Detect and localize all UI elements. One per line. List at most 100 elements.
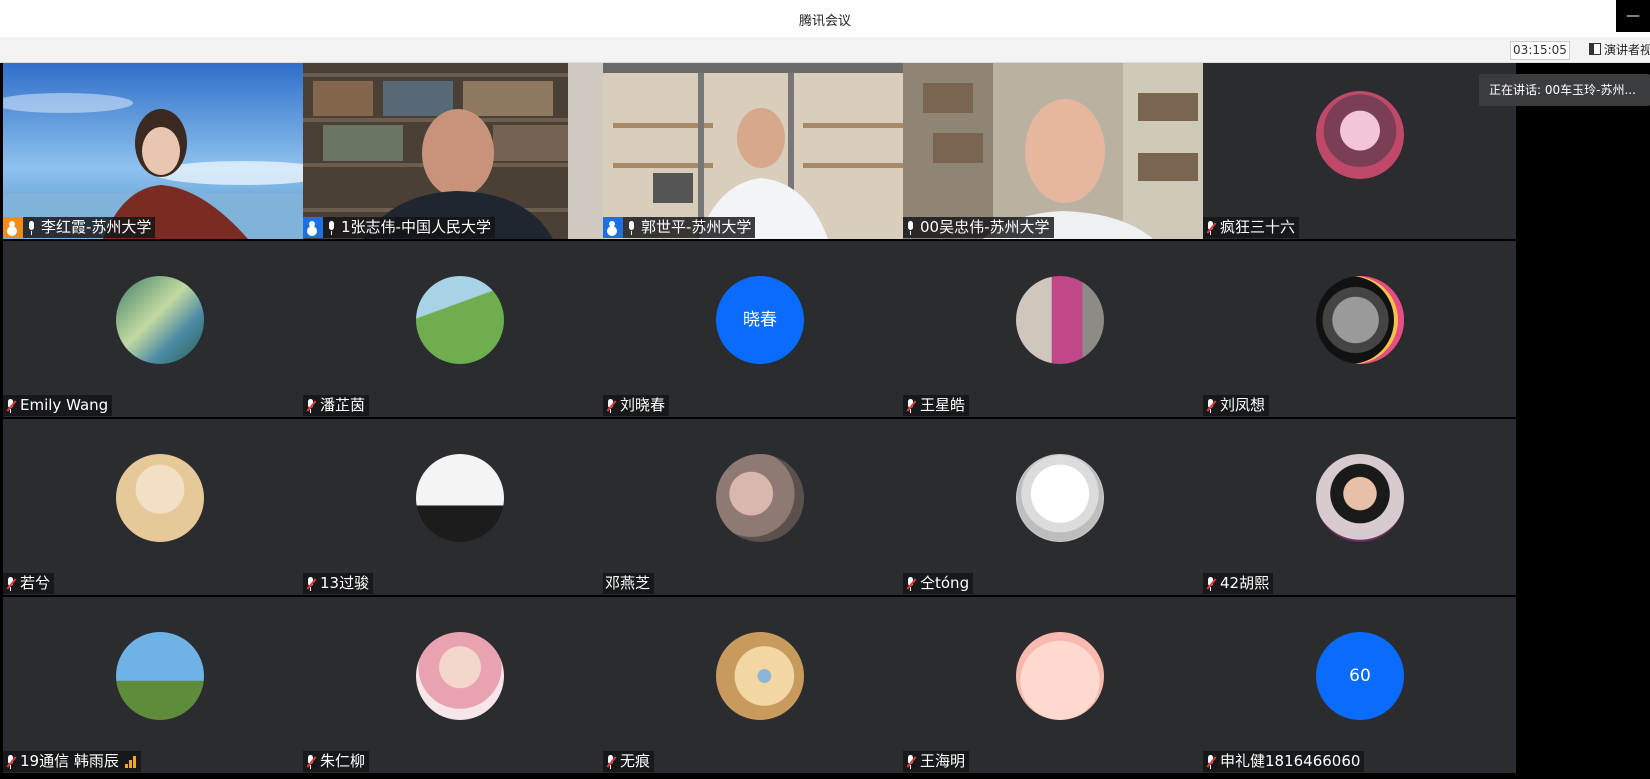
participant-name: 朱仁柳	[320, 752, 366, 770]
participant-name-bar: Emily Wang	[3, 395, 113, 416]
participant-tile[interactable]: 邓燕芝	[603, 419, 916, 595]
participant-tile[interactable]: 若兮	[3, 419, 316, 595]
participant-name: 邓燕芝	[605, 574, 651, 592]
participant-name-bar: 朱仁柳	[303, 751, 370, 772]
cohost-icon	[603, 217, 623, 238]
avatar	[1016, 276, 1104, 364]
participant-video	[3, 63, 316, 239]
microphone-muted-icon	[605, 398, 617, 414]
microphone-muted-icon	[905, 754, 917, 770]
participant-name-bar: 42胡熙	[1203, 573, 1274, 594]
avatar	[416, 276, 504, 364]
participant-name: 13过骏	[320, 574, 370, 592]
microphone-muted-icon	[905, 576, 917, 592]
participant-video	[903, 63, 1216, 239]
avatar	[416, 632, 504, 720]
participant-tile[interactable]: 00吴忠伟-苏州大学	[903, 63, 1216, 239]
microphone-muted-icon	[305, 754, 317, 770]
microphone-muted-icon	[1205, 754, 1217, 770]
participant-name: 申礼健1816466060	[1220, 752, 1361, 770]
participant-name: 刘凤想	[1220, 396, 1266, 414]
participant-video	[303, 63, 616, 239]
meeting-timer: 03:15:05	[1510, 41, 1570, 60]
microphone-icon	[905, 220, 917, 236]
participant-name: 00吴忠伟-苏州大学	[920, 218, 1050, 236]
avatar	[1016, 454, 1104, 542]
avatar	[1316, 91, 1404, 179]
avatar	[116, 454, 204, 542]
participant-tile[interactable]: Emily Wang	[3, 241, 316, 417]
participant-name-bar: 刘晓春	[603, 395, 670, 416]
participant-name: 李红霞-苏州大学	[41, 218, 152, 236]
participant-name-bar: 王星皓	[903, 395, 970, 416]
avatar-initials: 晓春	[716, 276, 804, 364]
avatar	[116, 632, 204, 720]
right-sidebar	[1581, 63, 1650, 779]
participant-name-bar: 疯狂三十六	[1203, 217, 1300, 238]
participant-name-bar: 1张志伟-中国人民大学	[303, 217, 495, 238]
microphone-muted-icon	[305, 576, 317, 592]
participant-name: 郭世平-苏州大学	[641, 218, 752, 236]
participant-tile[interactable]: 42胡熙	[1203, 419, 1516, 595]
participant-tile[interactable]: 1张志伟-中国人民大学	[303, 63, 616, 239]
microphone-muted-icon	[5, 576, 17, 592]
participant-tile[interactable]: 60 申礼健1816466060	[1203, 597, 1516, 773]
microphone-muted-icon	[1205, 398, 1217, 414]
participant-name-bar: 13过骏	[303, 573, 374, 594]
avatar	[1016, 632, 1104, 720]
participant-tile[interactable]: 朱仁柳	[303, 597, 616, 773]
participant-name-bar: 仝tóng	[903, 573, 974, 594]
avatar	[416, 454, 504, 542]
participant-name: Emily Wang	[20, 396, 109, 414]
participant-name: 19通信 韩雨辰	[20, 752, 119, 770]
minimize-button[interactable]: —	[1616, 0, 1650, 32]
avatar	[716, 454, 804, 542]
participant-name: 仝tóng	[920, 574, 970, 592]
participant-name-bar: 潘芷茵	[303, 395, 370, 416]
participant-tile[interactable]: 19通信 韩雨辰	[3, 597, 316, 773]
participant-name-bar: 无痕	[603, 751, 655, 772]
top-toolbar: 03:15:05 演讲者视	[0, 37, 1650, 63]
avatar	[116, 276, 204, 364]
host-icon	[3, 217, 23, 238]
participant-tile[interactable]: 李红霞-苏州大学	[3, 63, 316, 239]
participant-tile[interactable]: 潘芷茵	[303, 241, 616, 417]
participant-tile[interactable]: 晓春 刘晓春	[603, 241, 916, 417]
participant-name-bar: 王海明	[903, 751, 970, 772]
network-signal-icon	[124, 755, 137, 768]
participant-name-bar: 李红霞-苏州大学	[3, 217, 156, 238]
avatar	[716, 632, 804, 720]
window-title: 腾讯会议	[798, 14, 851, 29]
participant-tile[interactable]: 13过骏	[303, 419, 616, 595]
speaking-indicator: 正在讲话: 00车玉玲-苏州...	[1479, 74, 1650, 106]
participant-tile[interactable]: 刘凤想	[1203, 241, 1516, 417]
participant-name: 疯狂三十六	[1220, 218, 1296, 236]
participant-tile[interactable]: 疯狂三十六	[1203, 63, 1516, 239]
microphone-muted-icon	[605, 754, 617, 770]
participant-tile[interactable]: 王海明	[903, 597, 1216, 773]
participant-name-bar: 19通信 韩雨辰	[3, 751, 141, 772]
participant-name-bar: 00吴忠伟-苏州大学	[903, 217, 1054, 238]
microphone-muted-icon	[305, 398, 317, 414]
participant-name: 刘晓春	[620, 396, 666, 414]
microphone-icon	[626, 220, 638, 236]
participant-tile[interactable]: 王星皓	[903, 241, 1216, 417]
speaker-view-button[interactable]: 演讲者视	[1589, 41, 1650, 58]
participant-name: 42胡熙	[1220, 574, 1270, 592]
participant-tile[interactable]: 仝tóng	[903, 419, 1216, 595]
microphone-muted-icon	[1205, 220, 1217, 236]
participant-name-bar: 若兮	[3, 573, 55, 594]
participant-name-bar: 郭世平-苏州大学	[603, 217, 756, 238]
participant-name: 无痕	[620, 752, 651, 770]
participant-name: 王星皓	[920, 396, 966, 414]
participant-name: 1张志伟-中国人民大学	[341, 218, 491, 236]
microphone-icon	[326, 220, 338, 236]
video-grid: 李红霞-苏州大学 1张志伟-中国人民大学 郭世平-苏州大学 00吴忠伟-苏州大学…	[3, 63, 1581, 779]
participant-tile[interactable]: 郭世平-苏州大学	[603, 63, 916, 239]
participant-name-bar: 申礼健1816466060	[1203, 751, 1365, 772]
participant-tile[interactable]: 无痕	[603, 597, 916, 773]
layout-icon	[1589, 43, 1601, 55]
participant-name: 王海明	[920, 752, 966, 770]
avatar	[1316, 276, 1404, 364]
microphone-icon	[26, 220, 38, 236]
